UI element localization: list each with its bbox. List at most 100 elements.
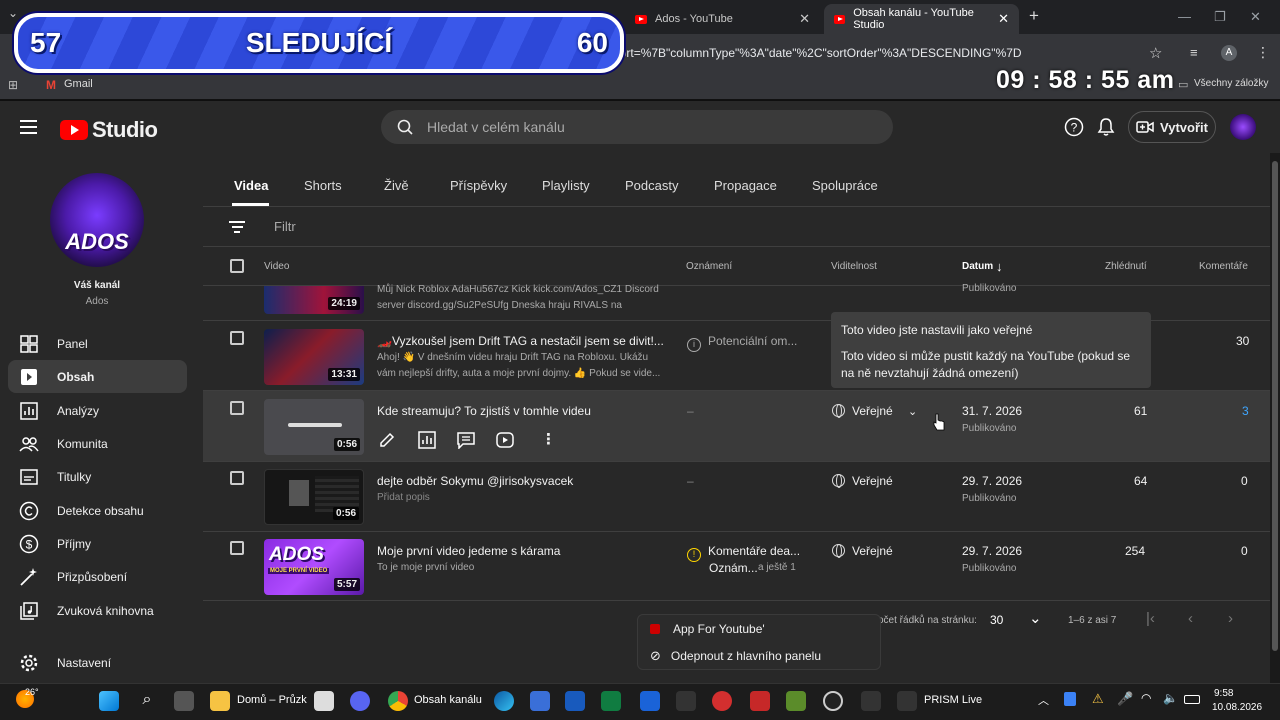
microphone-icon[interactable]: 🎤 — [1117, 691, 1133, 707]
sidebar-item-analytics[interactable]: Analýzy — [8, 394, 187, 427]
tab-podcasty[interactable]: Podcasty — [625, 178, 678, 193]
media-controls-icon[interactable]: ≡ — [1190, 45, 1198, 60]
sidebar-item-copyright[interactable]: Detekce obsahu — [8, 494, 187, 527]
account-avatar[interactable] — [1230, 114, 1256, 140]
dropbox-icon[interactable] — [640, 691, 660, 711]
apps-grid-icon[interactable]: ⊞ — [8, 78, 18, 92]
search-icon[interactable]: ⌕ — [137, 691, 157, 711]
video-title[interactable]: Moje první video jedeme s kárama — [377, 544, 560, 558]
select-all-checkbox[interactable] — [230, 259, 244, 273]
row-checkbox[interactable] — [230, 471, 244, 485]
bookmark-star-icon[interactable]: ☆ — [1149, 44, 1162, 62]
minimize-icon[interactable]: — — [1178, 9, 1191, 24]
alert-icon[interactable]: ⚠ — [1092, 691, 1104, 707]
tray-chevron-icon[interactable]: ︿ — [1038, 692, 1049, 708]
chrome-icon[interactable] — [388, 691, 408, 711]
app-icon[interactable] — [676, 691, 696, 711]
sidebar-item-audio-library[interactable]: Zvuková knihovna — [8, 594, 187, 627]
new-tab-button[interactable]: + — [1029, 6, 1039, 26]
obs-icon[interactable] — [823, 691, 843, 711]
comments-count[interactable]: 3 — [1242, 404, 1249, 418]
column-comments[interactable]: Komentáře — [1199, 261, 1248, 272]
word-icon[interactable] — [565, 691, 585, 711]
channel-avatar[interactable]: ADOS — [50, 173, 144, 267]
close-tab-icon[interactable]: ✕ — [998, 11, 1009, 27]
app-icon[interactable] — [530, 691, 550, 711]
notice-cell[interactable]: ! Komentáře dea... — [687, 544, 800, 562]
tab-obsah-kanalu[interactable]: Obsah kanálu - YouTube Studio ✕ — [824, 4, 1019, 34]
wifi-icon[interactable]: ◠ — [1141, 691, 1151, 705]
app-for-youtube-icon[interactable] — [750, 691, 770, 711]
visibility-cell[interactable]: Veřejné — [832, 474, 893, 488]
sidebar-item-settings[interactable]: Nastavení — [8, 646, 187, 679]
sidebar-item-customization[interactable]: Přizpůsobení — [8, 560, 187, 593]
search-input[interactable]: Hledat v celém kanálu — [381, 110, 893, 144]
excel-icon[interactable] — [601, 691, 621, 711]
filter-input[interactable]: Filtr — [274, 219, 296, 234]
notifications-bell-icon[interactable] — [1097, 117, 1115, 137]
video-title[interactable]: Kde streamuju? To zjistíš v tomhle videu — [377, 404, 591, 418]
app-icon[interactable] — [712, 691, 732, 711]
edit-pencil-icon[interactable] — [378, 431, 396, 449]
taskbar-prism-label[interactable]: PRISM Live — [924, 694, 982, 706]
sidebar-item-community[interactable]: Komunita — [8, 427, 187, 460]
taskbar-chrome-label[interactable]: Obsah kanálu — [414, 694, 482, 706]
tab-videa[interactable]: Videa — [234, 178, 268, 193]
taskbar-date[interactable]: 10.08.2026 — [1212, 702, 1262, 713]
tab-prispevky[interactable]: Příspěvky — [450, 178, 507, 193]
column-date[interactable]: Datum — [962, 261, 993, 272]
close-tab-icon[interactable]: ✕ — [799, 11, 810, 27]
tab-playlisty[interactable]: Playlisty — [542, 178, 590, 193]
menu-icon[interactable] — [20, 120, 37, 138]
comments-icon[interactable] — [457, 431, 475, 449]
profile-icon[interactable]: A — [1221, 45, 1237, 61]
sidebar-item-content[interactable]: Obsah — [8, 360, 187, 393]
tab-ados-youtube[interactable]: Ados - YouTube ✕ — [625, 4, 820, 34]
video-thumbnail[interactable]: ADOS MOJE PRVNÍ VIDEO 5:57 — [264, 539, 364, 595]
scrollbar-thumb[interactable] — [1272, 161, 1278, 651]
file-explorer-icon[interactable] — [210, 691, 230, 711]
maximize-icon[interactable]: ❐ — [1214, 9, 1226, 25]
volume-icon[interactable]: 🔈 — [1163, 691, 1178, 705]
tab-spoluprace[interactable]: Spolupráce — [812, 178, 878, 193]
column-views[interactable]: Zhlédnutí — [1105, 261, 1147, 272]
notice-more[interactable]: a ještě 1 — [758, 562, 796, 573]
bookmark-gmail[interactable]: Gmail — [64, 78, 93, 90]
video-description[interactable]: Přidat popis — [377, 490, 667, 506]
chevron-down-icon[interactable]: ⌄ — [908, 406, 917, 418]
row-checkbox[interactable] — [230, 401, 244, 415]
close-window-icon[interactable]: ✕ — [1250, 9, 1261, 25]
next-page-icon[interactable]: › — [1228, 610, 1233, 627]
bookmark-all[interactable]: Všechny záložky — [1194, 78, 1268, 89]
video-title[interactable]: dejte odběr Sokymu @jirisokysvacek — [377, 474, 573, 488]
visibility-cell[interactable]: Veřejné ⌄ — [832, 404, 917, 418]
sidebar-item-panel[interactable]: Panel — [8, 327, 187, 360]
help-icon[interactable]: ? — [1064, 117, 1084, 137]
more-menu-icon[interactable]: ⋮ — [1256, 44, 1270, 61]
context-menu-app[interactable]: App For Youtube' — [638, 615, 880, 642]
previous-page-icon[interactable]: ‹ — [1188, 610, 1193, 627]
prism-icon[interactable] — [897, 691, 917, 711]
store-icon[interactable] — [314, 691, 334, 711]
security-icon[interactable] — [1064, 692, 1076, 706]
tab-search-icon[interactable]: ⌄ — [8, 6, 18, 20]
video-thumbnail[interactable]: 0:56 — [264, 399, 364, 455]
row-checkbox[interactable] — [230, 541, 244, 555]
taskbar-explorer-label[interactable]: Domů – Průzk — [237, 694, 307, 706]
first-page-icon[interactable]: |‹ — [1146, 610, 1155, 627]
filter-icon[interactable] — [229, 221, 245, 233]
visibility-cell[interactable]: Veřejné — [832, 544, 893, 558]
more-options-icon[interactable]: ⋮ — [541, 430, 556, 448]
notice-text[interactable]: Potenciální om... — [708, 334, 797, 348]
tab-propagace[interactable]: Propagace — [714, 178, 777, 193]
studio-logo[interactable]: Studio — [60, 117, 158, 143]
start-windows-icon[interactable] — [99, 691, 119, 711]
sidebar-item-subtitles[interactable]: Titulky — [8, 460, 187, 493]
chevron-down-icon[interactable]: ⌄ — [1029, 609, 1042, 627]
sidebar-item-earn[interactable]: $ Příjmy — [8, 527, 187, 560]
taskbar-time[interactable]: 9:58 — [1214, 688, 1233, 699]
video-thumbnail[interactable]: 0:56 — [264, 469, 364, 525]
analytics-icon[interactable] — [418, 431, 436, 449]
rows-per-page-value[interactable]: 30 — [990, 613, 1003, 627]
minecraft-icon[interactable] — [786, 691, 806, 711]
